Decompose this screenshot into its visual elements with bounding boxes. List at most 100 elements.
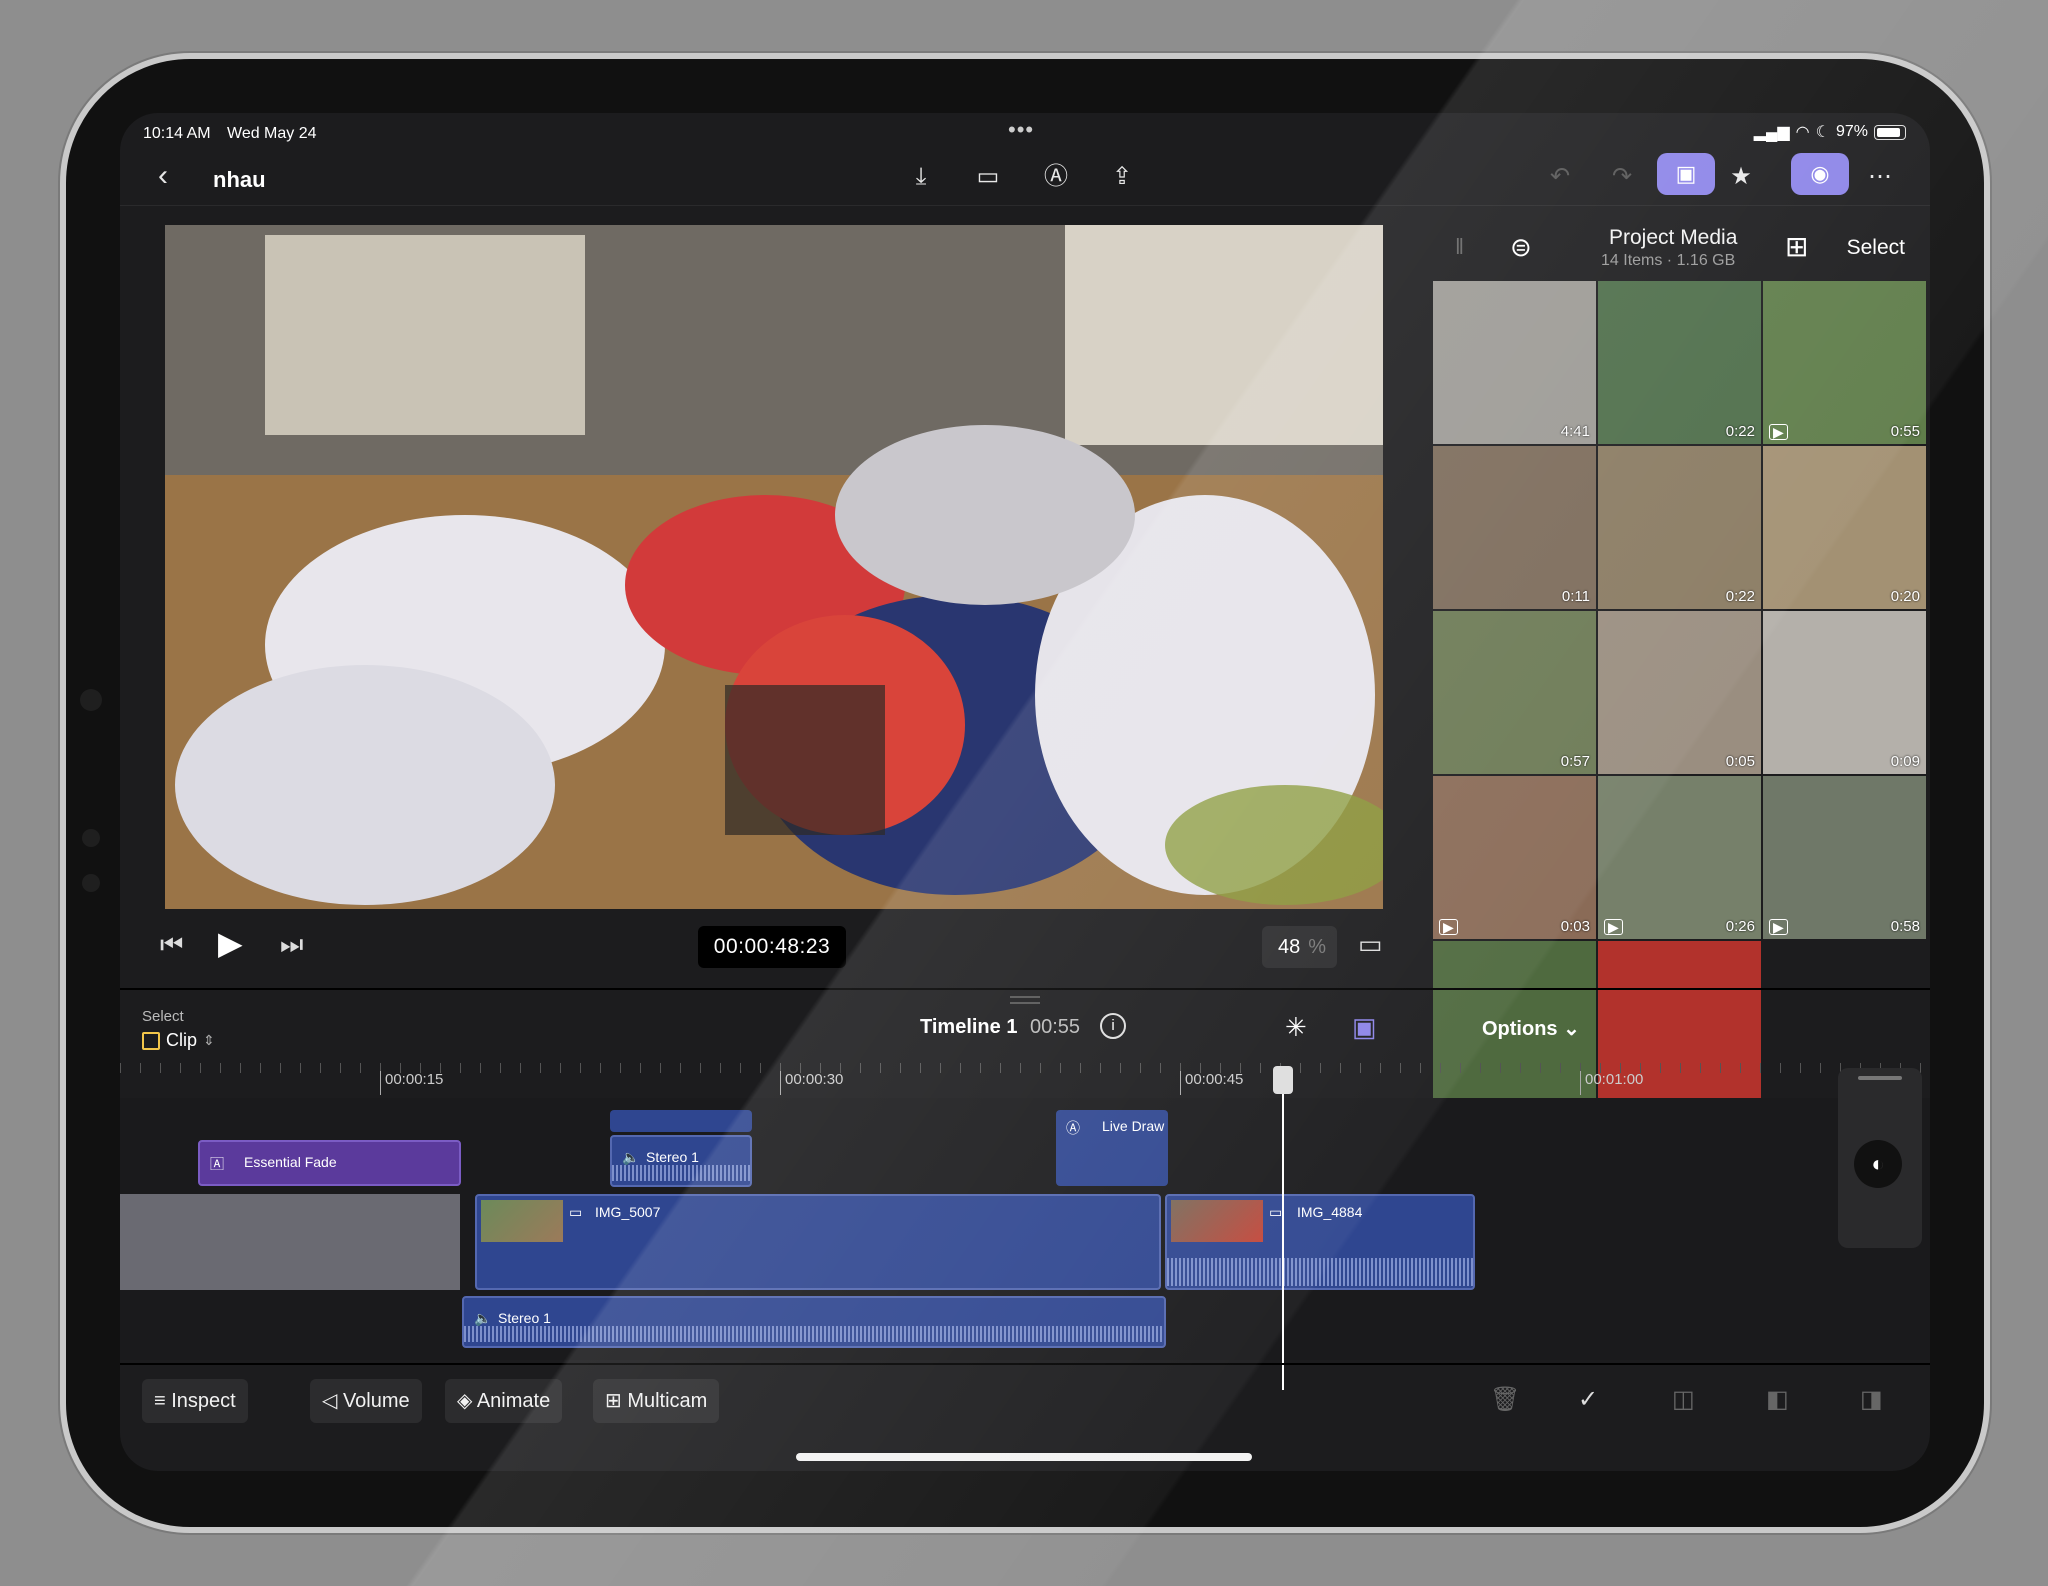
viewer-display-options-icon[interactable]: ▭	[1358, 929, 1383, 960]
timeline-ruler[interactable]: 00:00:15 00:00:30 00:00:45 00:01:00	[120, 1063, 1930, 1099]
thumbnail-duration: 0:22	[1725, 588, 1755, 605]
connected-clip-top[interactable]	[610, 1110, 752, 1132]
status-date: Wed May 24	[227, 125, 317, 142]
media-thumbnail[interactable]: 0:22	[1598, 446, 1761, 609]
video-icon: ▭	[569, 1204, 583, 1220]
ipad-screen: 10:14 AM Wed May 24 ••• ▂▄▆ ◠ ☾ 97% ‹ nh…	[120, 113, 1930, 1471]
drag-handle-icon[interactable]: ‖	[1455, 234, 1464, 260]
media-browser-button[interactable]: ▣	[1657, 153, 1715, 195]
thumbnail-duration: 0:03	[1560, 918, 1590, 935]
media-thumbnail[interactable]: 0:11	[1433, 446, 1596, 609]
timeline-resize-handle[interactable]	[1010, 996, 1040, 1004]
skip-forward-icon[interactable]: ⏭	[280, 929, 303, 961]
thumbnail-duration: 0:11	[1561, 588, 1590, 605]
timecode-display[interactable]: 00:00:48:23	[698, 926, 846, 968]
checkmark-icon[interactable]: ✓	[1578, 1385, 1598, 1414]
play-icon[interactable]: ▶	[218, 924, 243, 962]
thumbnail-duration: 4:41	[1560, 423, 1590, 440]
volume-button[interactable]: ◁ Volume	[310, 1379, 422, 1423]
stereo-top-label: Stereo 1	[646, 1149, 699, 1165]
animate-button[interactable]: ◈ Animate	[445, 1379, 563, 1423]
media-thumbnail[interactable]: 0:20	[1763, 446, 1926, 609]
stereo-audio-clip-bottom[interactable]: 🔈 Stereo 1	[462, 1296, 1166, 1348]
more-options-icon[interactable]: ⋯	[1862, 159, 1898, 195]
img-5007-clip[interactable]: ▭ IMG_5007	[475, 1194, 1161, 1290]
filter-icon[interactable]: ⊜	[1510, 232, 1532, 263]
import-icon[interactable]: ⤓	[903, 159, 939, 195]
img-4884-clip[interactable]: ▭ IMG_4884	[1165, 1194, 1475, 1290]
captions-icon[interactable]: ▣	[1352, 1012, 1377, 1043]
status-bar: 10:14 AM Wed May 24 ••• ▂▄▆ ◠ ☾ 97%	[120, 113, 1930, 149]
viewer-zoom[interactable]: 48%	[1262, 926, 1337, 968]
trim-start-icon[interactable]: ◧	[1766, 1385, 1789, 1414]
inspect-button[interactable]: ≡ Inspect	[142, 1379, 248, 1423]
media-thumbnail[interactable]: ▶ 0:55	[1763, 281, 1926, 444]
media-thumbnail[interactable]: 0:22	[1598, 281, 1761, 444]
status-time: 10:14 AM	[143, 125, 211, 142]
audio-waveform	[1167, 1258, 1473, 1286]
info-icon[interactable]: i	[1100, 1013, 1126, 1039]
bottom-toolbar: ≡ Inspect ◁ Volume ◈ Animate ⊞ Multicam …	[120, 1363, 1930, 1435]
media-thumbnail[interactable]: ▶ 0:26	[1598, 776, 1761, 939]
moon-icon: ☾	[1815, 124, 1830, 141]
media-thumbnail[interactable]: 4:41	[1433, 281, 1596, 444]
home-indicator[interactable]	[796, 1453, 1252, 1461]
speaker-icon: ◁	[322, 1390, 343, 1412]
split-view-icon[interactable]: ✳	[1285, 1012, 1307, 1043]
live-draw-label: Live Draw	[1102, 1118, 1165, 1134]
share-icon[interactable]: ⇪	[1104, 159, 1140, 195]
stereo-audio-clip-top[interactable]: 🔈 Stereo 1	[610, 1135, 752, 1187]
img-5007-label: IMG_5007	[595, 1204, 661, 1220]
chevron-updown-icon: ⇕	[203, 1032, 215, 1048]
undo-icon[interactable]: ↶	[1542, 159, 1578, 195]
media-grid: 4:41 0:22 ▶ 0:55 0:11 0:22 0:20 0:57 0:05 0:09 ▶ 0:…	[1433, 281, 1930, 1104]
battery-percent: 97%	[1835, 123, 1868, 140]
video-camera-icon: ▶	[1769, 919, 1788, 935]
timeline-title: Timeline 1	[920, 1016, 1018, 1038]
thumbnail-duration: 0:05	[1725, 753, 1755, 770]
thumbnail-duration: 0:22	[1725, 423, 1755, 440]
camera-icon[interactable]: ▭	[970, 159, 1006, 195]
media-thumbnail[interactable]: 0:09	[1763, 611, 1926, 774]
clip-thumbnail	[1171, 1200, 1263, 1242]
clip-select-mode[interactable]: Clip ⇕	[142, 1030, 215, 1051]
project-title: nhau	[213, 167, 266, 192]
trim-end-icon[interactable]: ◨	[1860, 1385, 1883, 1414]
back-chevron-icon[interactable]: ‹	[158, 161, 168, 191]
gap-clip[interactable]	[120, 1194, 460, 1290]
skip-back-icon[interactable]: ⏮	[160, 929, 183, 961]
multitasking-dots-icon[interactable]: •••	[1008, 117, 1034, 143]
essential-fade-label: Essential Fade	[244, 1154, 337, 1170]
live-draw-clip[interactable]: Ⓐ Live Draw	[1056, 1110, 1168, 1186]
audio-waveform	[464, 1326, 1164, 1342]
redo-icon[interactable]: ↷	[1604, 159, 1640, 195]
thumbnail-duration: 0:57	[1560, 753, 1590, 770]
media-thumbnail[interactable]: ▶ 0:58	[1763, 776, 1926, 939]
timeline-zoom-panel[interactable]: ◐	[1838, 1068, 1922, 1248]
media-thumbnail[interactable]: 0:05	[1598, 611, 1761, 774]
delete-icon[interactable]: 🗑	[1490, 1385, 1520, 1414]
playhead-line[interactable]	[1282, 1068, 1284, 1390]
live-drawing-icon[interactable]: Ⓐ	[1038, 159, 1074, 195]
multicam-button[interactable]: ⊞ Multicam	[593, 1379, 720, 1423]
audio-waveform	[612, 1165, 750, 1181]
media-thumbnail[interactable]: ▶ 0:03	[1433, 776, 1596, 939]
split-icon[interactable]: ◫	[1672, 1385, 1695, 1414]
video-icon: ▭	[1269, 1204, 1283, 1220]
select-mode-label: Select	[142, 1008, 184, 1025]
status-indicators: ▂▄▆ ◠ ☾ 97%	[1754, 122, 1906, 142]
titles-effects-icon[interactable]: ★	[1723, 159, 1759, 195]
essential-fade-title-clip[interactable]: 🄰 Essential Fade	[198, 1140, 461, 1186]
voiceover-button[interactable]: ◉	[1791, 153, 1849, 195]
media-thumbnail[interactable]: 0:57	[1433, 611, 1596, 774]
options-button[interactable]: Options ⌄	[1482, 1016, 1580, 1041]
clip-thumbnail	[481, 1200, 563, 1242]
video-viewer[interactable]	[165, 225, 1383, 909]
jog-wheel-icon[interactable]: ◐	[1854, 1140, 1902, 1188]
browser-title: Project Media	[1609, 226, 1738, 249]
multicam-label: Multicam	[627, 1390, 708, 1412]
playhead-handle[interactable]	[1273, 1066, 1293, 1094]
browser-subtitle: 14 Items · 1.16 GB	[1601, 252, 1736, 269]
grid-view-icon[interactable]: ⊞	[1785, 230, 1808, 263]
select-button[interactable]: Select	[1847, 236, 1905, 260]
